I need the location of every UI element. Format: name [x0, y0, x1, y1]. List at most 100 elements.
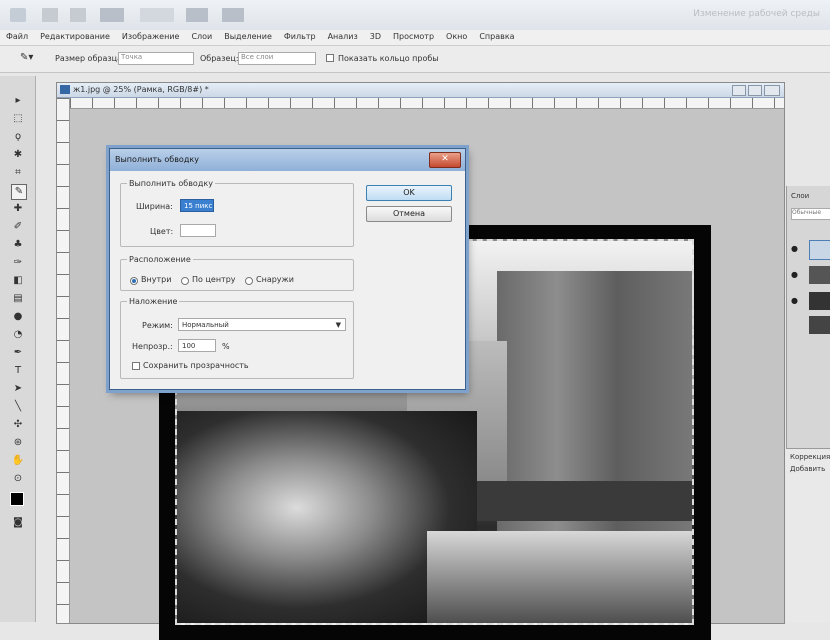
quick-mask-icon[interactable]: ◙: [11, 516, 25, 530]
view-extras-icon[interactable]: [100, 8, 124, 22]
menu-analysis[interactable]: Анализ: [322, 30, 364, 41]
opacity-input[interactable]: 100: [178, 339, 216, 352]
path-selection-tool-icon[interactable]: ➤: [11, 382, 25, 396]
ok-button[interactable]: OK: [366, 185, 452, 201]
clone-stamp-tool-icon[interactable]: ♣: [11, 238, 25, 252]
pen-tool-icon[interactable]: ✒: [11, 346, 25, 360]
type-tool-icon[interactable]: T: [11, 364, 25, 378]
color-swatch[interactable]: [180, 224, 216, 237]
brush-tool-icon[interactable]: ✐: [11, 220, 25, 234]
canal-water: [477, 481, 692, 521]
eye-icon[interactable]: ●: [791, 270, 799, 279]
cancel-button[interactable]: Отмена: [366, 206, 452, 222]
menu-filter[interactable]: Фильтр: [278, 30, 322, 41]
layers-tab[interactable]: Слои: [791, 192, 809, 200]
eye-icon[interactable]: ●: [791, 296, 799, 305]
layer-thumbnail-2[interactable]: [809, 266, 830, 284]
mini-bridge-icon[interactable]: [70, 8, 86, 22]
adjustments-panel: Коррекция Добавить: [786, 448, 830, 623]
foreground-color-swatch[interactable]: [10, 492, 24, 506]
adjustments-tab[interactable]: Коррекция: [790, 453, 830, 461]
menu-layers[interactable]: Слои: [185, 30, 218, 41]
menu-file[interactable]: Файл: [0, 30, 34, 41]
blur-tool-icon[interactable]: ●: [11, 310, 25, 324]
add-adjustment-label: Добавить: [790, 465, 826, 473]
preserve-transparency-checkbox[interactable]: [132, 362, 140, 370]
layer-blend-mode-select[interactable]: Обычные: [791, 208, 830, 220]
screen-mode-icon[interactable]: [222, 8, 244, 22]
minimize-icon[interactable]: [732, 85, 746, 96]
show-ring-label: Показать кольцо пробы: [338, 54, 439, 63]
eyedropper-tool-icon[interactable]: ✎: [11, 184, 27, 200]
close-icon[interactable]: ✕: [429, 152, 461, 168]
options-bar: ✎▾ Размер образца: Точка Образец: Все сл…: [0, 46, 830, 73]
layer-thumbnail-4[interactable]: [809, 316, 830, 334]
menu-select[interactable]: Выделение: [218, 30, 278, 41]
location-inside-radio[interactable]: [130, 277, 138, 285]
crop-tool-icon[interactable]: ⌗: [11, 166, 25, 180]
zoom-tool-icon[interactable]: ⊙: [11, 472, 25, 486]
opacity-label: Непрозр.:: [132, 342, 173, 351]
width-input[interactable]: 15 пикс: [180, 199, 214, 212]
samples-label: Образец:: [200, 54, 239, 63]
move-tool-icon[interactable]: ▸: [11, 94, 25, 108]
quick-select-tool-icon[interactable]: ✱: [11, 148, 25, 162]
zoom-level-icon[interactable]: [140, 8, 174, 22]
healing-brush-tool-icon[interactable]: ✚: [11, 202, 25, 216]
tools-panel: ▸ ⬚ ϙ ✱ ⌗ ✎ ✚ ✐ ♣ ✑ ◧ ▤ ● ◔ ✒ T ➤ ╲ ✣ ⊛ …: [0, 76, 36, 622]
shape-tool-icon[interactable]: ╲: [11, 400, 25, 414]
vertical-ruler: [57, 98, 70, 623]
mode-select[interactable]: Нормальный ▼: [178, 318, 346, 331]
show-ring-checkbox[interactable]: [326, 54, 334, 62]
eyedropper-icon[interactable]: ✎▾: [20, 52, 40, 64]
dialog-title-bar[interactable]: Выполнить обводку ✕: [110, 149, 465, 171]
arrange-documents-icon[interactable]: [186, 8, 208, 22]
eraser-tool-icon[interactable]: ◧: [11, 274, 25, 288]
menu-window[interactable]: Окно: [440, 30, 473, 41]
stroke-dialog: Выполнить обводку ✕ Выполнить обводку Ши…: [109, 148, 466, 390]
app-bar: Изменение рабочей среды: [0, 0, 830, 31]
location-center-radio[interactable]: [181, 277, 189, 285]
location-group-label: Расположение: [129, 255, 191, 264]
menu-edit[interactable]: Редактирование: [34, 30, 116, 41]
ps-logo-icon: [10, 8, 26, 22]
menu-view[interactable]: Просмотр: [387, 30, 440, 41]
maximize-icon[interactable]: [748, 85, 762, 96]
color-label: Цвет:: [150, 227, 174, 236]
3d-rotate-tool-icon[interactable]: ✣: [11, 418, 25, 432]
mode-value: Нормальный: [182, 321, 229, 329]
hand-tool-icon[interactable]: ✋: [11, 454, 25, 468]
close-document-icon[interactable]: [764, 85, 780, 96]
gradient-tool-icon[interactable]: ▤: [11, 292, 25, 306]
layer-thumbnail-1[interactable]: [809, 240, 830, 260]
ps-document-icon: [60, 85, 70, 94]
blending-group-label: Наложение: [129, 297, 178, 306]
eye-icon[interactable]: ●: [791, 244, 799, 253]
3d-camera-tool-icon[interactable]: ⊛: [11, 436, 25, 450]
location-center-label: По центру: [192, 275, 236, 284]
marquee-tool-icon[interactable]: ⬚: [11, 112, 25, 126]
location-outside-label: Снаружи: [256, 275, 294, 284]
horizontal-ruler: [70, 98, 784, 109]
width-label: Ширина:: [136, 202, 173, 211]
opacity-unit: %: [222, 342, 230, 351]
menu-bar: Файл Редактирование Изображение Слои Выделен…: [0, 30, 830, 46]
document-tab[interactable]: ж1.jpg @ 25% (Рамка, RGB/8#) *: [57, 83, 784, 98]
stroke-group: Выполнить обводку: [120, 179, 354, 247]
lasso-tool-icon[interactable]: ϙ: [11, 130, 25, 144]
document-title: ж1.jpg @ 25% (Рамка, RGB/8#) *: [73, 85, 209, 94]
history-brush-tool-icon[interactable]: ✑: [11, 256, 25, 270]
sample-size-select[interactable]: Точка: [118, 52, 194, 65]
location-outside-radio[interactable]: [245, 277, 253, 285]
mode-label: Режим:: [142, 321, 173, 330]
menu-help[interactable]: Справка: [473, 30, 520, 41]
layer-thumbnail-3[interactable]: [809, 292, 830, 310]
menu-3d[interactable]: 3D: [364, 30, 387, 41]
dodge-tool-icon[interactable]: ◔: [11, 328, 25, 342]
workspace-switcher[interactable]: Изменение рабочей среды: [693, 9, 820, 19]
menu-image[interactable]: Изображение: [116, 30, 186, 41]
bridge-icon[interactable]: [42, 8, 58, 22]
samples-select[interactable]: Все слои: [238, 52, 316, 65]
location-group: Расположение: [120, 255, 354, 291]
location-inside-label: Внутри: [141, 275, 172, 284]
